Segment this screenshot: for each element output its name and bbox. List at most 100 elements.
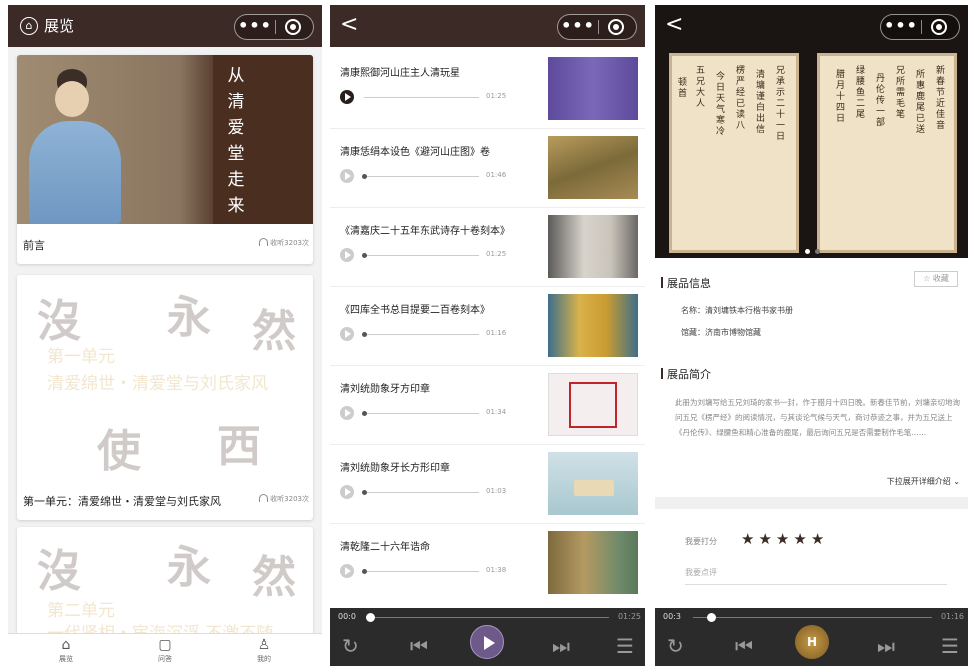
calligraphy-column: 兄承示二十一日 [776,66,786,142]
play-icon[interactable] [340,248,354,262]
portrait-face [55,81,89,117]
progress-knob[interactable] [362,569,367,574]
list-item[interactable]: 清康熙御河山庄主人清玩星 01:25 [330,50,645,129]
tab-qa[interactable]: ▢ 问答 [135,636,195,664]
top-bar: < ••• [330,5,645,47]
progress-track[interactable] [364,97,479,98]
calligraphy-column: 清墉谨白出信 [756,70,766,135]
player-progress-knob[interactable] [707,613,716,622]
player-progress-track[interactable] [693,617,932,618]
progress-track[interactable] [364,413,479,414]
track-cover-button[interactable]: H [795,625,829,659]
previous-icon[interactable]: ⏮ [735,634,753,658]
progress-track[interactable] [364,176,479,177]
back-icon[interactable]: < [340,11,358,39]
exhibit-museum: 馆藏：济南市博物馆藏 [681,328,761,337]
info-section-title: 展品信息 [661,277,711,290]
play-icon[interactable] [340,485,354,499]
rating-label: 我要打分 [685,537,717,546]
item-thumbnail [548,531,638,594]
list-item[interactable]: 清刘统勋象牙方印章 01:34 [330,366,645,445]
more-icon[interactable]: ••• [235,15,275,39]
playlist-icon[interactable]: ☰ [616,634,634,658]
expand-details-link[interactable]: 下拉展开详细介绍 ⌄ [887,476,960,487]
unit1-card[interactable]: 沒 永 然 使 西 第一单元 清爱绵世・清爱堂与刘氏家风 第一单元：清爱绵世・清… [17,275,313,520]
capsule-divider [921,20,922,34]
play-icon[interactable] [340,564,354,578]
more-icon[interactable]: ••• [558,15,598,39]
list-item[interactable]: 清乾隆二十六年诰命 01:38 [330,524,645,603]
progress-track[interactable] [364,255,479,256]
play-icon[interactable] [340,406,354,420]
progress-track[interactable] [364,334,479,335]
seal-mark [569,382,617,428]
unit2-heading: 第二单元 [47,601,115,621]
item-title: 清康熙御河山庄主人清玩星 [340,68,460,79]
progress-knob[interactable] [362,490,367,495]
item-duration: 01:46 [486,171,507,179]
progress-knob[interactable] [362,253,367,258]
carousel-dot-active[interactable] [805,249,810,254]
listen-count-text: 收听3203次 [270,495,309,503]
star-icon[interactable]: ★ [793,530,806,548]
player-progress-knob[interactable] [366,613,375,622]
home-icon[interactable]: ⌂ [20,17,38,35]
preface-card[interactable]: 从 清 爱 堂 走 来 前言 收听3203次 [17,55,313,264]
portrait-robe [29,121,121,224]
list-item[interactable]: 清刘统勋象牙长方形印章 01:03 [330,445,645,524]
calligraphy-bg: 西 [217,421,261,472]
calligraphy-column: 顿首 [678,78,688,99]
item-title: 《四库全书总目提要二百卷刻本》 [340,305,490,316]
tab-mine[interactable]: ♙ 我的 [234,636,294,664]
star-icon[interactable]: ★ [776,530,789,548]
list-item[interactable]: 《四库全书总目提要二百卷刻本》 01:16 [330,287,645,366]
listen-count-text: 收听3203次 [270,239,309,247]
item-duration: 01:03 [486,487,507,495]
playlist-icon[interactable]: ☰ [941,634,959,658]
close-circle-icon[interactable] [931,19,947,35]
list-item[interactable]: 清康恁绢本设色《避河山庄图》卷 01:46 [330,129,645,208]
unit2-image: 沒 永 然 第二单元 一代贤相・宦海沉浮 不激不随 [17,527,313,647]
unit2-card[interactable]: 沒 永 然 第二单元 一代贤相・宦海沉浮 不激不随 [17,527,313,647]
calligraphy-bg: 然 [252,306,296,357]
play-pause-button[interactable] [470,625,504,659]
calligraphy-bg: 永 [167,542,211,593]
repeat-icon[interactable]: ↻ [342,634,359,658]
star-icon[interactable]: ★ [758,530,771,548]
poem-char: 来 [227,196,245,216]
calligraphy-bg: 永 [167,292,211,343]
next-icon[interactable]: ⏭ [877,634,895,658]
previous-icon[interactable]: ⏮ [410,634,428,658]
progress-track[interactable] [364,492,479,493]
player-progress-track[interactable] [368,617,609,618]
seal-object [574,480,614,496]
progress-knob[interactable] [362,174,367,179]
play-icon[interactable] [340,169,354,183]
play-icon[interactable] [340,90,354,104]
more-icon[interactable]: ••• [881,15,921,39]
poem-char: 从 [227,66,245,86]
poem-char: 走 [227,170,245,190]
unit1-heading: 第一单元 [47,347,115,367]
comment-input[interactable]: 我要点评 [685,567,947,585]
carousel-dot[interactable] [815,249,820,254]
tab-exhibition[interactable]: ⌂ 展览 [36,636,96,664]
close-circle-icon[interactable] [608,19,624,35]
list-item[interactable]: 《清嘉庆二十五年东武诗存十卷刻本》 01:25 [330,208,645,287]
item-thumbnail [548,452,638,515]
back-icon[interactable]: < [665,11,683,39]
progress-knob[interactable] [362,411,367,416]
repeat-icon[interactable]: ↻ [667,634,684,658]
next-icon[interactable]: ⏭ [552,634,570,658]
item-title: 清刘统勋象牙方印章 [340,384,430,395]
star-rating[interactable]: ★ ★ ★ ★ ★ [741,529,828,548]
star-icon[interactable]: ★ [811,530,824,548]
play-icon[interactable] [340,327,354,341]
star-icon[interactable]: ★ [741,530,754,548]
collect-button[interactable]: ☆ 收藏 [914,271,958,287]
expand-label: 下拉展开详细介绍 [886,477,951,486]
progress-knob[interactable] [362,332,367,337]
close-circle-icon[interactable] [285,19,301,35]
card-title: 第一单元：清爱绵世・清爱堂与刘氏家风 [23,495,221,508]
progress-track[interactable] [364,571,479,572]
